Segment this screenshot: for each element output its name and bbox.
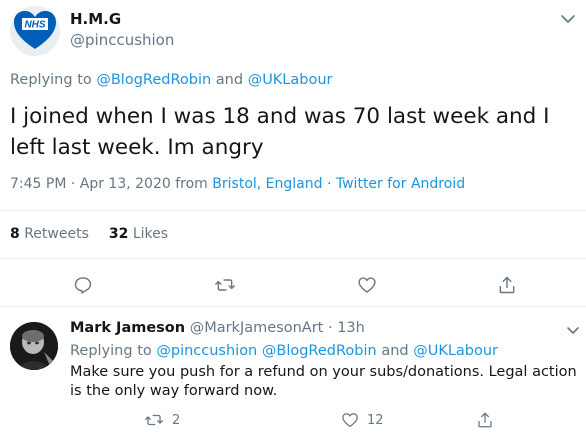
likes-count: 32 bbox=[108, 226, 129, 242]
reply-retweet-button[interactable]: 2 bbox=[144, 410, 180, 430]
tweet-meta: 7:45 PM · Apr 13, 2020 from Bristol, Eng… bbox=[10, 176, 465, 192]
mention-blogredrobin[interactable]: @BlogRedRobin bbox=[96, 72, 211, 88]
reply-author-handle[interactable]: @MarkJamesonArt bbox=[190, 320, 324, 336]
likes-link[interactable]: 32 Likes bbox=[109, 226, 168, 242]
profile-photo bbox=[10, 322, 58, 370]
divider bbox=[0, 258, 586, 259]
like-button[interactable] bbox=[356, 274, 378, 296]
share-icon bbox=[478, 412, 492, 428]
replying-prefix: Replying to bbox=[70, 343, 152, 359]
retweet-icon bbox=[215, 279, 235, 291]
chevron-down-icon[interactable] bbox=[564, 325, 582, 337]
avatar[interactable] bbox=[10, 322, 58, 370]
retweets-count: 8 bbox=[10, 226, 20, 242]
tweet-stats: 8 Retweets 32 Likes bbox=[10, 226, 168, 242]
retweet-icon bbox=[145, 414, 163, 426]
meta-separator: · bbox=[326, 176, 332, 192]
retweet-button[interactable] bbox=[214, 274, 236, 296]
retweets-label: Retweets bbox=[24, 226, 89, 242]
reply-separator: · bbox=[327, 320, 333, 336]
reply-text: Make sure you push for a refund on your … bbox=[70, 364, 577, 399]
mention-uklabour[interactable]: @UKLabour bbox=[413, 343, 498, 359]
replying-and: and bbox=[215, 72, 244, 88]
author-name[interactable]: H.M.G bbox=[70, 10, 121, 28]
avatar[interactable]: NHS bbox=[10, 6, 60, 56]
reply-button[interactable] bbox=[72, 274, 94, 296]
chevron-down-icon[interactable] bbox=[557, 11, 579, 27]
reply-author-name[interactable]: Mark Jameson bbox=[70, 320, 185, 336]
retweets-link[interactable]: 8 Retweets bbox=[10, 226, 89, 242]
share-button[interactable] bbox=[496, 274, 518, 296]
divider bbox=[0, 306, 586, 307]
replying-to: Replying to @pinccushion @BlogRedRobin a… bbox=[70, 343, 498, 359]
share-icon bbox=[499, 276, 515, 294]
reply-share-button[interactable] bbox=[476, 410, 502, 430]
tweet-text: I joined when I was 18 and was 70 last w… bbox=[10, 104, 550, 160]
like-icon bbox=[358, 277, 376, 293]
mention-blogredrobin[interactable]: @BlogRedRobin bbox=[262, 343, 377, 359]
like-icon bbox=[342, 413, 358, 428]
replying-to: Replying to @BlogRedRobin and @UKLabour bbox=[10, 72, 333, 88]
author-handle[interactable]: @pinccushion bbox=[70, 31, 174, 49]
from-word: from bbox=[175, 176, 208, 192]
mention-pinccushion[interactable]: @pinccushion bbox=[156, 343, 257, 359]
reply-icon bbox=[74, 277, 92, 294]
likes-label: Likes bbox=[132, 226, 169, 242]
tweet-location[interactable]: Bristol, England bbox=[212, 176, 322, 192]
reply-like-button[interactable]: 12 bbox=[341, 410, 384, 430]
tweet-client[interactable]: Twitter for Android bbox=[336, 176, 465, 192]
replying-and: and bbox=[381, 343, 409, 359]
tweet-time[interactable]: 7:45 PM · Apr 13, 2020 bbox=[10, 176, 171, 192]
reply-like-count: 12 bbox=[367, 412, 384, 428]
mention-uklabour[interactable]: @UKLabour bbox=[248, 72, 333, 88]
main-tweet: NHS H.M.G @pinccushion Replying to @Blog… bbox=[0, 0, 586, 304]
reply-age[interactable]: 13h bbox=[337, 320, 365, 336]
nhs-heart-logo-icon: NHS bbox=[14, 11, 56, 49]
divider bbox=[0, 210, 586, 211]
reply-header: Mark Jameson @MarkJamesonArt · 13h bbox=[70, 320, 365, 336]
replying-prefix: Replying to bbox=[10, 72, 92, 88]
reply-retweet-count: 2 bbox=[172, 412, 181, 428]
svg-text:NHS: NHS bbox=[24, 20, 45, 31]
